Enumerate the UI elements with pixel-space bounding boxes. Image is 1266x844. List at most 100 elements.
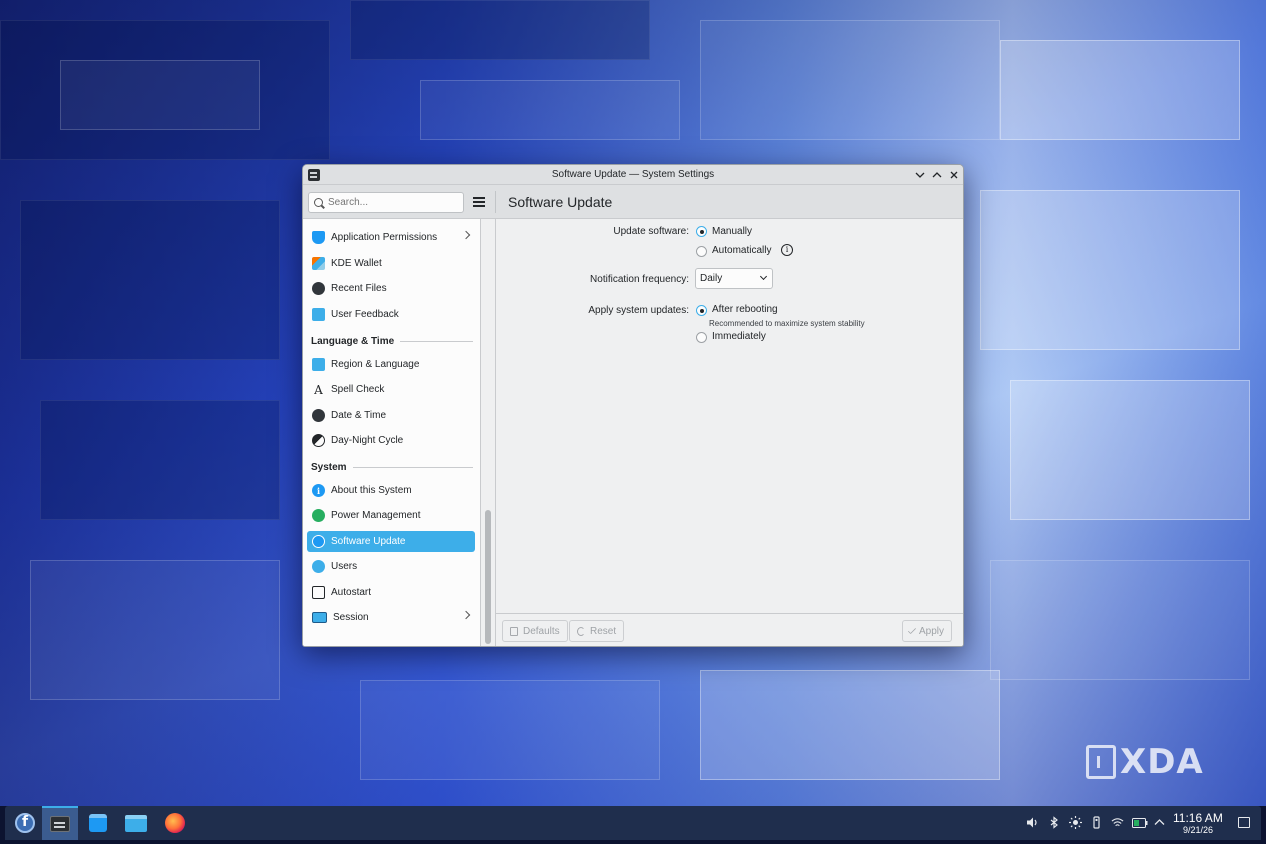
day-night-icon — [312, 434, 325, 447]
undo-icon — [577, 626, 585, 636]
sidebar-item-user-feedback[interactable]: User Feedback — [307, 304, 475, 325]
apply-button[interactable]: Apply — [902, 620, 953, 642]
sidebar-item-users[interactable]: Users — [307, 556, 475, 577]
battery-icon[interactable] — [1132, 816, 1148, 829]
sidebar-item-label: Recent Files — [331, 283, 387, 294]
sidebar-item-label: Session — [333, 612, 369, 623]
taskbar: 11:16 AM 9/21/26 — [5, 806, 1261, 840]
info-icon[interactable]: i — [781, 244, 793, 256]
users-icon — [312, 560, 325, 573]
title-bar[interactable]: Software Update — System Settings — [303, 165, 963, 185]
category-label: System — [311, 461, 347, 473]
taskbar-dolphin[interactable] — [118, 806, 154, 840]
radio-manually-label[interactable]: Manually — [712, 226, 752, 237]
bluetooth-icon[interactable] — [1048, 816, 1061, 829]
chevron-up-icon[interactable] — [1153, 816, 1166, 829]
check-icon — [907, 625, 917, 635]
volume-icon[interactable] — [1026, 816, 1039, 829]
wallpaper-shape — [700, 20, 1000, 140]
close-button[interactable] — [947, 168, 961, 182]
radio-immediately-label[interactable]: Immediately — [712, 331, 766, 342]
hamburger-menu-icon[interactable] — [473, 197, 485, 207]
sidebar-item-label: Power Management — [331, 510, 421, 521]
session-icon — [312, 612, 327, 623]
sidebar-item-label: About this System — [331, 485, 412, 496]
show-desktop-icon[interactable] — [1238, 817, 1250, 828]
apply-button-label: Apply — [919, 625, 945, 637]
wifi-icon[interactable] — [1111, 816, 1124, 829]
sidebar-item-about-this-system[interactable]: i About this System — [307, 480, 475, 501]
taskbar-system-settings[interactable] — [42, 806, 78, 840]
sidebar-item-recent-files[interactable]: Recent Files — [307, 278, 475, 299]
firefox-icon — [165, 813, 185, 833]
wallpaper-shape — [350, 0, 650, 60]
taskbar-discover[interactable] — [80, 806, 116, 840]
sidebar-item-power-management[interactable]: Power Management — [307, 505, 475, 526]
info-icon: i — [312, 484, 325, 497]
sidebar-item-software-update[interactable]: Software Update — [307, 531, 475, 552]
clock-time[interactable]: 11:16 AM — [1173, 811, 1223, 825]
maximize-button[interactable] — [930, 168, 944, 182]
footer-bar: Defaults Reset Apply — [496, 613, 963, 646]
sidebar-item-date-time[interactable]: Date & Time — [307, 405, 475, 426]
spell-check-icon: A — [314, 382, 323, 397]
sidebar-item-application-permissions[interactable]: Application Permissions — [307, 227, 475, 248]
notification-frequency-value: Daily — [700, 273, 723, 284]
chevron-right-icon — [461, 230, 471, 240]
sidebar-item-kde-wallet[interactable]: KDE Wallet — [307, 253, 475, 274]
clock-date[interactable]: 9/21/26 — [1183, 825, 1213, 835]
wallpaper-shape — [1000, 40, 1240, 140]
notification-frequency-select[interactable]: Daily — [695, 268, 773, 289]
radio-immediately[interactable] — [696, 332, 707, 343]
search-icon — [314, 198, 323, 207]
sidebar-item-label: Day-Night Cycle — [331, 435, 404, 446]
search-input[interactable] — [328, 197, 448, 208]
usb-device-icon[interactable] — [1090, 816, 1103, 829]
clock-icon — [312, 409, 325, 422]
sidebar-item-spell-check[interactable]: A Spell Check — [307, 379, 475, 400]
sidebar-item-session[interactable]: Session — [307, 607, 475, 628]
update-software-label: Update software: — [613, 226, 689, 237]
feedback-icon — [312, 308, 325, 321]
sidebar-item-label: Autostart — [331, 587, 372, 598]
sidebar-item-region-language[interactable]: Region & Language — [307, 354, 475, 375]
defaults-button[interactable]: Defaults — [502, 620, 568, 642]
radio-after-rebooting[interactable] — [696, 305, 707, 316]
sidebar-item-label: Application Permissions — [331, 232, 438, 243]
region-icon — [312, 358, 325, 371]
application-launcher[interactable] — [7, 806, 43, 840]
document-icon — [510, 626, 518, 636]
sidebar-item-label: Spell Check — [331, 384, 385, 395]
sidebar-item-label: KDE Wallet — [331, 258, 382, 269]
chevron-up-icon — [932, 172, 942, 178]
wallpaper-shape — [700, 670, 1000, 780]
radio-automatically[interactable] — [696, 246, 707, 257]
radio-automatically-label[interactable]: Automatically — [712, 245, 771, 256]
notification-frequency-label: Notification frequency: — [590, 274, 689, 285]
brightness-icon[interactable] — [1069, 816, 1082, 829]
sidebar-item-day-night-cycle[interactable]: Day-Night Cycle — [307, 430, 475, 451]
system-settings-window: Software Update — System Settings Softwa… — [302, 164, 964, 647]
sidebar-item-autostart[interactable]: Autostart — [307, 582, 475, 603]
after-rebooting-hint: Recommended to maximize system stability — [709, 319, 865, 328]
wallpaper-shape — [30, 560, 280, 700]
category-system: System — [311, 460, 473, 474]
minimize-button[interactable] — [913, 168, 927, 182]
wallpaper-shape — [40, 400, 280, 520]
search-field[interactable] — [308, 192, 464, 213]
sidebar-scrollbar-thumb[interactable] — [485, 510, 491, 644]
xda-watermark: XDA — [1086, 742, 1204, 782]
reset-button[interactable]: Reset — [569, 620, 625, 642]
radio-manually[interactable] — [696, 226, 707, 237]
category-language-time: Language & Time — [311, 334, 473, 348]
taskbar-firefox[interactable] — [157, 806, 193, 840]
xda-watermark-text: XDA — [1120, 742, 1204, 782]
wallpaper-shape — [990, 560, 1250, 680]
radio-after-rebooting-label[interactable]: After rebooting — [712, 304, 778, 315]
fedora-launcher-icon — [15, 813, 35, 833]
header-divider — [495, 191, 496, 213]
shield-icon — [312, 231, 325, 244]
category-label: Language & Time — [311, 335, 395, 347]
xda-logo-icon — [1086, 745, 1116, 779]
chevron-right-icon — [461, 610, 471, 620]
